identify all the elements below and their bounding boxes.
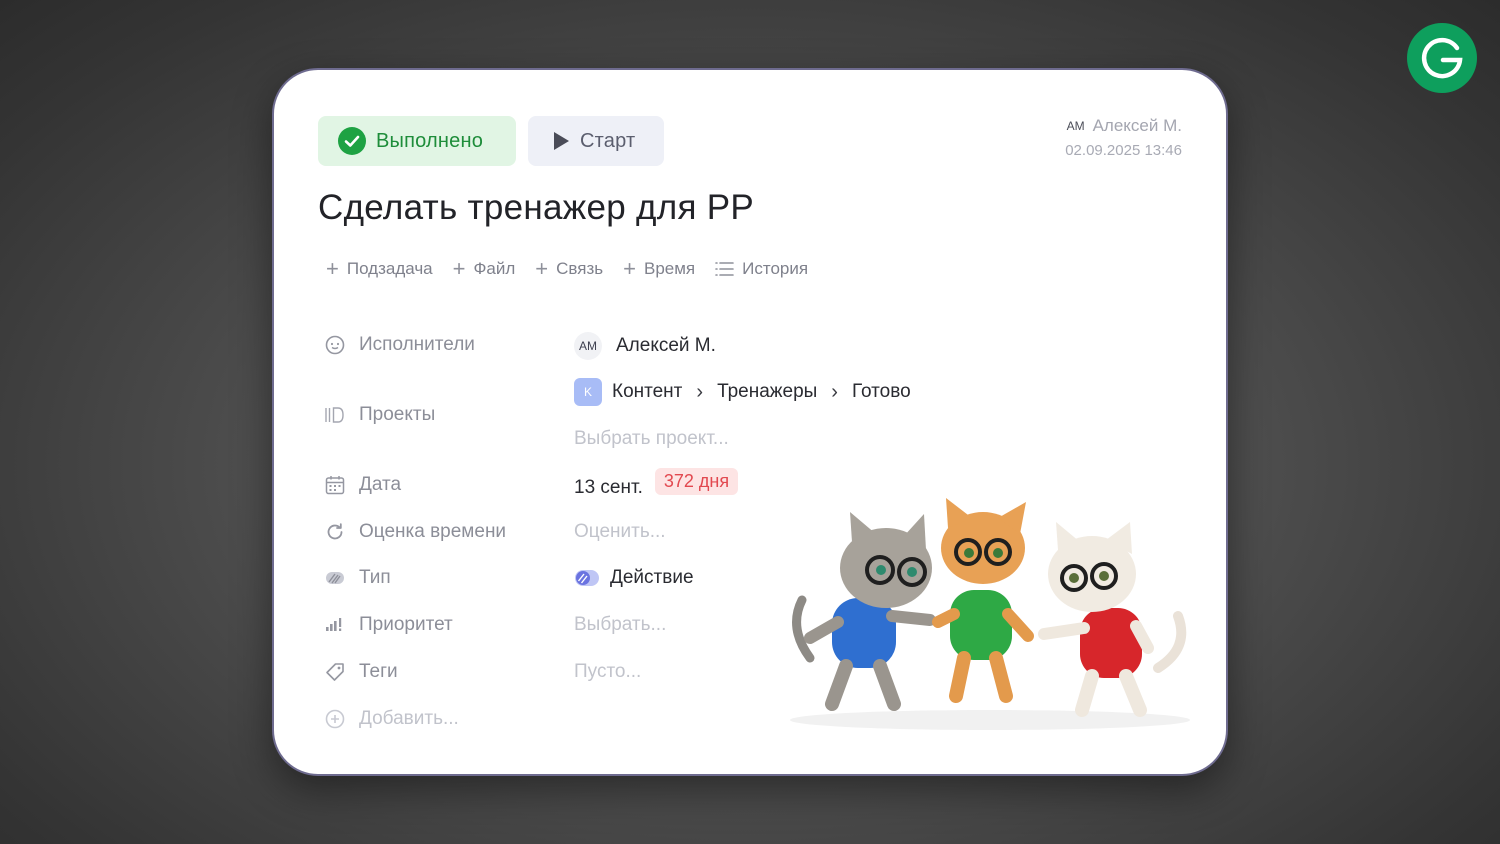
plus-circle-icon — [324, 708, 346, 730]
action-label: Файл — [473, 259, 516, 278]
project-board-icon — [324, 404, 346, 426]
task-meta: AM Алексей М. 02.09.2025 13:46 — [1065, 116, 1182, 159]
start-button[interactable]: Старт — [528, 116, 664, 166]
assignee-value[interactable]: AM Алексей М. — [574, 332, 716, 360]
overdue-badge: 372 дня — [654, 468, 739, 495]
project-badge: K — [574, 378, 602, 406]
type-text: Действие — [610, 567, 694, 588]
plus-icon: + — [326, 256, 339, 281]
crumb-section[interactable]: Тренажеры — [717, 381, 817, 403]
label-text: Теги — [359, 661, 398, 682]
author-name[interactable]: Алексей М. — [1093, 116, 1182, 136]
label-text: Приоритет — [359, 614, 453, 635]
field-label-assignees: Исполнители — [324, 334, 475, 356]
select-project-input[interactable]: Выбрать проект... — [574, 428, 729, 450]
add-subtask-button[interactable]: + Подзадача — [326, 258, 433, 280]
check-circle-icon — [338, 127, 366, 155]
priority-select[interactable]: Выбрать... — [574, 614, 666, 636]
white-cat-illustration — [1038, 522, 1187, 717]
plus-icon: + — [623, 256, 636, 281]
task-card: Выполнено Старт AM Алексей М. 02.09.2025… — [272, 68, 1228, 776]
g-logo-icon — [1421, 37, 1463, 79]
estimate-input[interactable]: Оценить... — [574, 521, 666, 543]
orange-cat-illustration — [932, 498, 1034, 703]
app-logo — [1407, 23, 1477, 93]
plus-icon: + — [452, 256, 466, 281]
label-text: Исполнители — [359, 334, 475, 355]
history-button[interactable]: История — [715, 259, 808, 279]
action-label: Время — [644, 259, 696, 278]
created-datetime: 02.09.2025 13:46 — [1065, 142, 1182, 159]
priority-bars-icon — [324, 614, 346, 636]
refresh-clock-icon — [324, 521, 346, 543]
tag-icon — [324, 661, 346, 683]
crumb-project[interactable]: Контент — [612, 381, 682, 403]
gray-cat-illustration — [792, 512, 936, 711]
add-field-button[interactable]: Добавить... — [324, 708, 459, 730]
tags-input[interactable]: Пусто... — [574, 661, 641, 683]
crumb-status[interactable]: Готово — [852, 381, 911, 403]
smiley-icon — [324, 334, 346, 356]
project-breadcrumb[interactable]: K Контент › Тренажеры › Готово — [574, 378, 911, 406]
action-label: Подзадача — [346, 259, 433, 278]
play-icon — [552, 131, 570, 151]
date-text: 13 сент. — [574, 476, 643, 498]
label-text: Тип — [359, 567, 391, 588]
type-stripes-icon — [324, 567, 346, 589]
chevron-right-icon: › — [831, 380, 838, 403]
date-value[interactable]: 13 сент. 372 дня — [574, 468, 739, 501]
label-text: Оценка времени — [359, 521, 507, 542]
label-text: Дата — [359, 474, 402, 495]
assignee-name: Алексей М. — [616, 335, 716, 356]
add-time-button[interactable]: + Время — [623, 258, 695, 280]
start-label: Старт — [580, 129, 636, 152]
chevron-right-icon: › — [696, 380, 704, 403]
field-label-date: Дата — [324, 474, 401, 496]
plus-icon: + — [535, 256, 549, 281]
add-file-button[interactable]: + Файл — [453, 258, 516, 280]
action-label: История — [742, 259, 809, 278]
type-value[interactable]: Действие — [574, 567, 694, 589]
list-icon — [715, 262, 734, 276]
done-label: Выполнено — [376, 129, 484, 152]
action-type-icon — [574, 569, 600, 587]
label-text: Проекты — [359, 404, 436, 425]
add-link-button[interactable]: + Связь — [535, 258, 603, 280]
task-title[interactable]: Сделать тренажер для PP — [318, 188, 754, 228]
calendar-icon — [324, 474, 346, 496]
cats-illustration — [790, 498, 1190, 730]
field-label-projects: Проекты — [324, 404, 435, 426]
avatar: AM — [574, 332, 602, 360]
author-initials: AM — [1066, 119, 1085, 133]
field-label-estimate: Оценка времени — [324, 521, 506, 543]
field-label-type: Тип — [324, 567, 391, 589]
task-actions-bar: + Подзадача + Файл + Связь + Время Истор… — [326, 258, 828, 280]
action-label: Связь — [556, 259, 604, 278]
field-label-tags: Теги — [324, 661, 398, 683]
done-status-button[interactable]: Выполнено — [318, 116, 516, 166]
label-text: Добавить... — [359, 708, 459, 729]
field-label-priority: Приоритет — [324, 614, 453, 636]
